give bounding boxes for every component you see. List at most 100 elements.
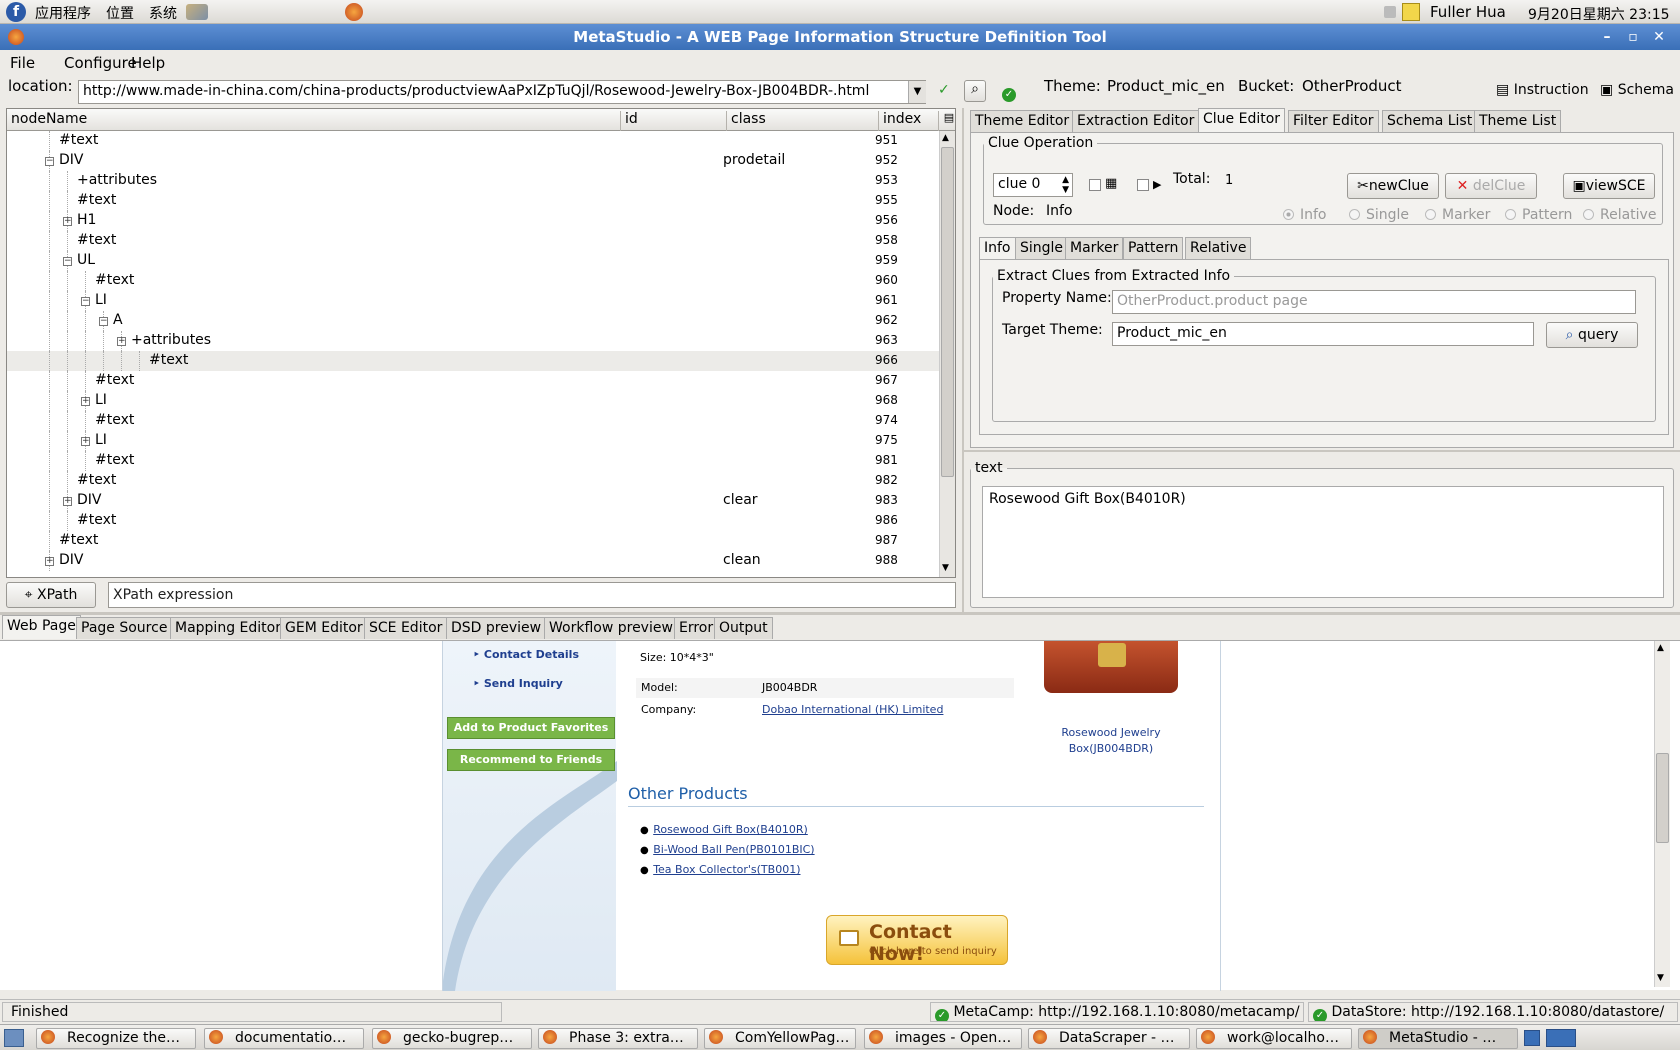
horizontal-splitter[interactable] — [964, 450, 1680, 452]
taskbar-item[interactable]: Phase 3: extra… — [538, 1028, 698, 1049]
table-row[interactable]: #text 986 — [7, 511, 939, 531]
menu-help[interactable]: Help — [131, 54, 165, 72]
expand-icon[interactable]: + — [45, 557, 54, 566]
user-name[interactable]: Fuller Hua — [1430, 3, 1506, 21]
taskbar-item[interactable]: MetaStudio - … — [1358, 1028, 1518, 1049]
other-product-link-3[interactable]: Tea Box Collector's(TB001) — [653, 863, 800, 876]
check-icon[interactable]: ✓ — [938, 82, 950, 98]
taskbar-item[interactable]: ComYellowPag… — [704, 1028, 856, 1049]
main-splitter[interactable] — [0, 612, 1680, 615]
clue-spinner[interactable]: clue 0 ▲ ▼ — [993, 173, 1073, 197]
table-row[interactable]: #text 960 — [7, 271, 939, 291]
tab-workflow-preview[interactable]: Workflow preview — [544, 617, 678, 639]
minimize-icon[interactable]: – — [1598, 28, 1616, 46]
target-theme-input[interactable]: Product_mic_en — [1112, 322, 1534, 346]
scroll-up-icon[interactable]: ▲ — [942, 133, 949, 143]
scroll-down-icon[interactable]: ▼ — [942, 563, 949, 573]
subtab-pattern[interactable]: Pattern — [1123, 237, 1184, 259]
table-row[interactable]: #text 974 — [7, 411, 939, 431]
menu-applications[interactable]: 应用程序 — [35, 3, 91, 23]
clue-checkbox-1[interactable] — [1089, 179, 1101, 191]
table-row[interactable]: #text 967 — [7, 371, 939, 391]
new-clue-button[interactable]: ✂newClue — [1347, 173, 1439, 199]
expand-icon[interactable]: + — [63, 217, 72, 226]
col-nodename[interactable]: nodeName — [7, 111, 621, 131]
expand-icon[interactable]: + — [81, 437, 90, 446]
schema-button[interactable]: ▣ Schema — [1600, 82, 1674, 98]
table-row[interactable]: #text 958 — [7, 231, 939, 251]
palette-icon[interactable] — [186, 4, 208, 20]
other-product-link-2[interactable]: Bi-Wood Ball Pen(PB0101BIC) — [653, 843, 814, 856]
web-scroll-down-icon[interactable]: ▼ — [1657, 973, 1664, 983]
xpath-button[interactable]: ⌖ XPath — [6, 582, 96, 608]
table-row[interactable]: #text 966 — [7, 351, 939, 371]
tab-dsd-preview[interactable]: DSD preview — [446, 617, 547, 639]
del-clue-button[interactable]: ✕ delClue — [1445, 173, 1537, 199]
table-row[interactable]: − UL 959 — [7, 251, 939, 271]
table-row[interactable]: #text 982 — [7, 471, 939, 491]
tab-extraction-editor[interactable]: Extraction Editor — [1072, 110, 1200, 132]
table-row[interactable]: + DIV clean 988 — [7, 551, 939, 571]
vertical-splitter[interactable] — [962, 108, 964, 612]
table-row[interactable]: − A 962 — [7, 311, 939, 331]
show-desktop-icon[interactable] — [4, 1029, 24, 1047]
scroll-thumb[interactable] — [941, 147, 954, 477]
menu-configure[interactable]: Configure — [64, 54, 137, 72]
expand-icon[interactable]: + — [63, 497, 72, 506]
taskbar-item[interactable]: DataScraper - … — [1028, 1028, 1190, 1049]
taskbar-item[interactable]: work@localho… — [1196, 1028, 1352, 1049]
table-row[interactable]: + H1 956 — [7, 211, 939, 231]
subtab-single[interactable]: Single — [1015, 237, 1069, 259]
property-name-input[interactable]: OtherProduct.product page — [1112, 290, 1636, 314]
ok-status-icon[interactable]: ✓ — [1002, 83, 1016, 102]
tab-mapping-editor[interactable]: Mapping Editor — [170, 617, 286, 639]
tab-sce-editor[interactable]: SCE Editor — [364, 617, 448, 639]
tree-scrollbar[interactable]: ▲ ▼ — [939, 131, 955, 577]
tab-web-page[interactable]: Web Page — [2, 615, 81, 639]
taskbar-item[interactable]: gecko-bugrep… — [372, 1028, 532, 1049]
recommend-button[interactable]: Recommend to Friends — [447, 749, 615, 771]
tab-clue-editor[interactable]: Clue Editor — [1198, 108, 1286, 132]
collapse-icon[interactable]: − — [81, 297, 90, 306]
send-inquiry-link[interactable]: ‣ Send Inquiry — [473, 677, 563, 690]
col-index[interactable]: index — [879, 111, 939, 131]
collapse-icon[interactable]: − — [99, 317, 108, 326]
dom-tree-table[interactable]: nodeName id class index ▤ #text 951− DIV pr… — [6, 108, 956, 578]
company-link[interactable]: Dobao International (HK) Limited — [762, 703, 943, 716]
other-product-link-1[interactable]: Rosewood Gift Box(B4010R) — [653, 823, 808, 836]
menu-system[interactable]: 系统 — [149, 3, 177, 23]
tray-icon[interactable] — [1384, 6, 1396, 18]
tab-schema-list[interactable]: Schema List — [1382, 110, 1478, 132]
col-id[interactable]: id — [621, 111, 727, 131]
metacamp-status[interactable]: ✓ MetaCamp: http://192.168.1.10:8080/met… — [930, 1002, 1304, 1022]
web-scrollbar[interactable]: ▲ ▼ — [1654, 641, 1670, 987]
gnome-foot-icon[interactable]: f — [6, 2, 26, 22]
clue-key-icon[interactable]: ▦ — [1105, 176, 1117, 191]
radio-pattern[interactable]: Pattern — [1505, 207, 1572, 223]
web-scroll-up-icon[interactable]: ▲ — [1657, 643, 1664, 653]
maximize-icon[interactable]: ▫ — [1624, 28, 1642, 46]
datastore-status[interactable]: ✓ DataStore: http://192.168.1.10:8080/da… — [1308, 1002, 1678, 1022]
table-row[interactable]: − LI 961 — [7, 291, 939, 311]
notes-icon[interactable] — [1402, 3, 1420, 21]
tab-output[interactable]: Output — [714, 617, 773, 639]
clue-checkbox-2[interactable] — [1137, 179, 1149, 191]
table-row[interactable]: + LI 968 — [7, 391, 939, 411]
taskbar-item[interactable]: documentatio… — [204, 1028, 364, 1049]
inspect-icon[interactable]: ⌕ — [964, 80, 986, 102]
table-row[interactable]: + LI 975 — [7, 431, 939, 451]
workspace-1-icon[interactable] — [1524, 1030, 1540, 1046]
play-icon[interactable]: ▶ — [1153, 178, 1161, 191]
table-row[interactable]: + DIV clear 983 — [7, 491, 939, 511]
tab-error[interactable]: Error — [674, 617, 719, 639]
xpath-input[interactable]: XPath expression — [108, 582, 956, 608]
subtab-marker[interactable]: Marker — [1065, 237, 1124, 259]
close-icon[interactable]: ✕ — [1650, 28, 1668, 46]
collapse-icon[interactable]: − — [63, 257, 72, 266]
radio-info[interactable]: Info — [1283, 207, 1327, 223]
radio-single[interactable]: Single — [1349, 207, 1409, 223]
tab-filter-editor[interactable]: Filter Editor — [1288, 110, 1379, 132]
subtab-relative[interactable]: Relative — [1185, 237, 1252, 259]
contact-details-link[interactable]: ‣ Contact Details — [473, 648, 579, 661]
tab-gem-editor[interactable]: GEM Editor — [280, 617, 368, 639]
